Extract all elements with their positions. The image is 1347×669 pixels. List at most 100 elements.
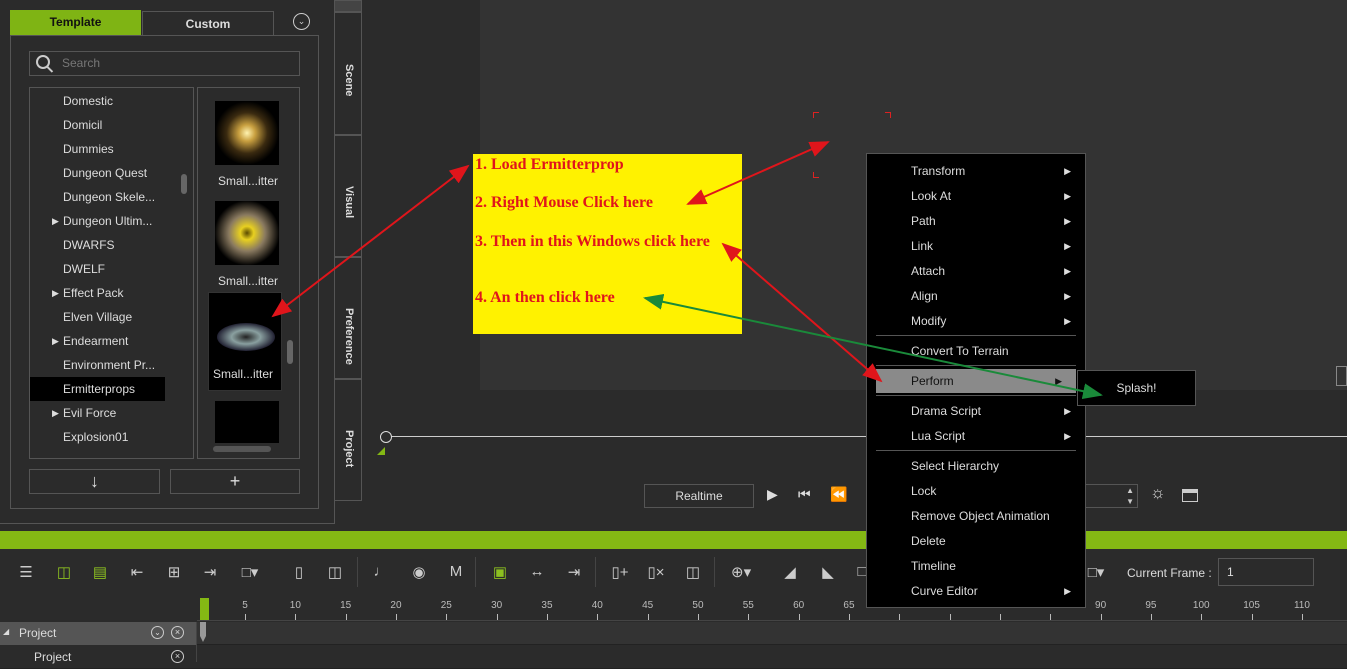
prev-key-icon[interactable]: ⇤ bbox=[127, 563, 147, 581]
side-tab-visual[interactable]: Visual bbox=[335, 135, 362, 257]
copy-icon[interactable]: □▾ bbox=[240, 563, 260, 581]
menu-item-drama-script[interactable]: Drama Script ▶ bbox=[867, 399, 1085, 423]
tree-item[interactable]: ▶ Dungeon Ultim... bbox=[30, 209, 165, 233]
skip-start-icon[interactable]: ⏮ bbox=[798, 486, 811, 503]
trim-icon[interactable]: ◫ bbox=[325, 563, 345, 581]
tree-item[interactable]: Environment Pr... bbox=[30, 353, 165, 377]
menu-item-curve-editor[interactable]: Curve Editor ▶ bbox=[867, 579, 1085, 603]
expand-caret-icon[interactable]: ▶ bbox=[52, 329, 59, 353]
thumbnail-image[interactable] bbox=[215, 101, 279, 165]
expand-caret-icon[interactable]: ▶ bbox=[52, 209, 59, 233]
playhead[interactable] bbox=[200, 598, 209, 620]
menu-item-modify[interactable]: Modify ▶ bbox=[867, 309, 1085, 333]
playhead-handle[interactable] bbox=[200, 622, 206, 642]
menu-item-timeline[interactable]: Timeline bbox=[867, 554, 1085, 578]
flip-left-icon[interactable]: ◢ bbox=[780, 563, 800, 581]
add-clip-icon[interactable]: ▤ bbox=[90, 563, 110, 581]
lips-icon[interactable]: ◉ bbox=[409, 563, 429, 581]
tree-item[interactable]: Dummies bbox=[30, 137, 165, 161]
panel-icon[interactable] bbox=[1182, 489, 1198, 502]
add-button[interactable]: + bbox=[170, 469, 300, 494]
menu-item-path[interactable]: Path ▶ bbox=[867, 209, 1085, 233]
thumbnail-hscrollbar[interactable] bbox=[213, 446, 271, 452]
thumbnail-selected[interactable]: Small...itter bbox=[208, 292, 282, 391]
tree-item[interactable]: Domicil bbox=[30, 113, 165, 137]
chevron-down-icon[interactable]: ⌄ bbox=[151, 626, 164, 639]
thumbnail-image[interactable] bbox=[215, 401, 279, 443]
menu-item-align[interactable]: Align ▶ bbox=[867, 284, 1085, 308]
tab-custom[interactable]: Custom bbox=[142, 11, 274, 36]
timeline-ruler[interactable]: 5101520253035404550556065707580859095100… bbox=[197, 597, 1347, 621]
search-input[interactable]: Search bbox=[29, 51, 300, 76]
expand-caret-icon[interactable]: ▶ bbox=[52, 401, 59, 425]
menu-item-select-hierarchy[interactable]: Select Hierarchy bbox=[867, 454, 1085, 478]
tree-item[interactable]: Ermitterprops bbox=[30, 377, 165, 401]
frame-stepper[interactable]: ▲ ▼ bbox=[1080, 484, 1138, 508]
track-row[interactable]: ◢ Project ⌄ × bbox=[0, 622, 1347, 645]
fit-icon[interactable]: ▣ bbox=[490, 563, 510, 581]
menu-item-delete[interactable]: Delete bbox=[867, 529, 1085, 553]
loop-icon[interactable]: □▾ bbox=[1086, 563, 1106, 581]
ruler-label: 10 bbox=[289, 600, 301, 611]
thumbnail-image[interactable] bbox=[215, 201, 279, 265]
tree-item[interactable]: Dungeon Skele... bbox=[30, 185, 165, 209]
realtime-button[interactable]: Realtime bbox=[644, 484, 754, 508]
next-key-icon[interactable]: ⇥ bbox=[200, 563, 220, 581]
folder-tree[interactable]: Domestic Domicil Dummies Dungeon Quest Dunge… bbox=[29, 87, 194, 459]
tab-template[interactable]: Template bbox=[10, 10, 141, 35]
side-tab-top[interactable] bbox=[335, 0, 362, 12]
menu-item-attach[interactable]: Attach ▶ bbox=[867, 259, 1085, 283]
tree-item[interactable]: Elven Village bbox=[30, 305, 165, 329]
insert-key-icon[interactable]: ⊞ bbox=[164, 563, 184, 581]
menu-item-convert-to-terrain[interactable]: Convert To Terrain bbox=[867, 339, 1085, 363]
range-icon[interactable]: ⇥ bbox=[564, 563, 584, 581]
tree-item[interactable]: Dungeon Quest bbox=[30, 161, 165, 185]
music-icon[interactable]: ♩ bbox=[371, 563, 391, 580]
tree-item[interactable]: DWELF bbox=[30, 257, 165, 281]
expand-icon[interactable]: ↔ bbox=[527, 563, 547, 580]
split-icon[interactable]: ▯ bbox=[289, 563, 309, 581]
timeline-header-bar[interactable] bbox=[0, 531, 1347, 549]
rewind-icon[interactable]: ⏪ bbox=[830, 486, 847, 503]
timeline-slider-handle[interactable] bbox=[380, 431, 392, 443]
menu-item-perform[interactable]: Perform ▶ bbox=[876, 369, 1076, 393]
tree-item[interactable]: ▶ Effect Pack bbox=[30, 281, 165, 305]
play-icon[interactable]: ▶ bbox=[767, 486, 778, 503]
tree-item[interactable]: ▶ Endearment bbox=[30, 329, 165, 353]
menu-item-lua-script[interactable]: Lua Script ▶ bbox=[867, 424, 1085, 448]
add-key-icon[interactable]: ◫ bbox=[54, 563, 74, 581]
tree-item[interactable]: DWARFS bbox=[30, 233, 165, 257]
menu-item-transform[interactable]: Transform ▶ bbox=[867, 159, 1085, 183]
motion-icon[interactable]: M bbox=[446, 563, 466, 580]
thumbnail-scrollbar[interactable] bbox=[287, 340, 293, 364]
delete-frame-icon[interactable]: ▯× bbox=[646, 563, 666, 581]
menu-item-splash[interactable]: Splash! bbox=[1116, 381, 1156, 395]
side-tab-preference[interactable]: Preference bbox=[335, 257, 362, 379]
tree-item[interactable]: Domestic bbox=[30, 89, 165, 113]
current-frame-input[interactable]: 1 bbox=[1218, 558, 1314, 586]
flip-right-icon[interactable]: ◣ bbox=[818, 563, 838, 581]
menu-item-lock[interactable]: Lock bbox=[867, 479, 1085, 503]
sun-icon[interactable]: ☼ bbox=[1150, 483, 1166, 503]
insert-frame-icon[interactable]: ▯+ bbox=[610, 563, 630, 581]
menu-item-look-at[interactable]: Look At ▶ bbox=[867, 184, 1085, 208]
download-button[interactable]: ↓ bbox=[29, 469, 160, 494]
side-tab-scene[interactable]: Scene bbox=[335, 12, 362, 135]
chevron-down-icon[interactable]: ⌄ bbox=[293, 13, 310, 30]
menu-item-remove-object-animation[interactable]: Remove Object Animation bbox=[867, 504, 1085, 528]
close-icon[interactable]: × bbox=[171, 650, 184, 663]
side-tab-project[interactable]: Project bbox=[335, 379, 362, 501]
frame-icon[interactable]: ◫ bbox=[683, 563, 703, 581]
viewport-corner-button[interactable] bbox=[1336, 366, 1347, 386]
submenu-arrow-icon: ▶ bbox=[1064, 406, 1071, 416]
thumbnail-grid[interactable]: Small...itter Small...itter Small...itte… bbox=[197, 87, 300, 459]
tree-item[interactable]: ▶ Evil Force bbox=[30, 401, 165, 425]
expand-caret-icon[interactable]: ▶ bbox=[52, 281, 59, 305]
close-icon[interactable]: × bbox=[171, 626, 184, 639]
tree-item[interactable]: Explosion01 bbox=[30, 425, 165, 449]
tree-scrollbar[interactable] bbox=[181, 174, 187, 194]
track-row[interactable]: Project × bbox=[0, 646, 1347, 669]
menu-item-link[interactable]: Link ▶ bbox=[867, 234, 1085, 258]
track-list-icon[interactable]: ☰ bbox=[16, 563, 36, 581]
zoom-icon[interactable]: ⊕▾ bbox=[731, 563, 751, 581]
